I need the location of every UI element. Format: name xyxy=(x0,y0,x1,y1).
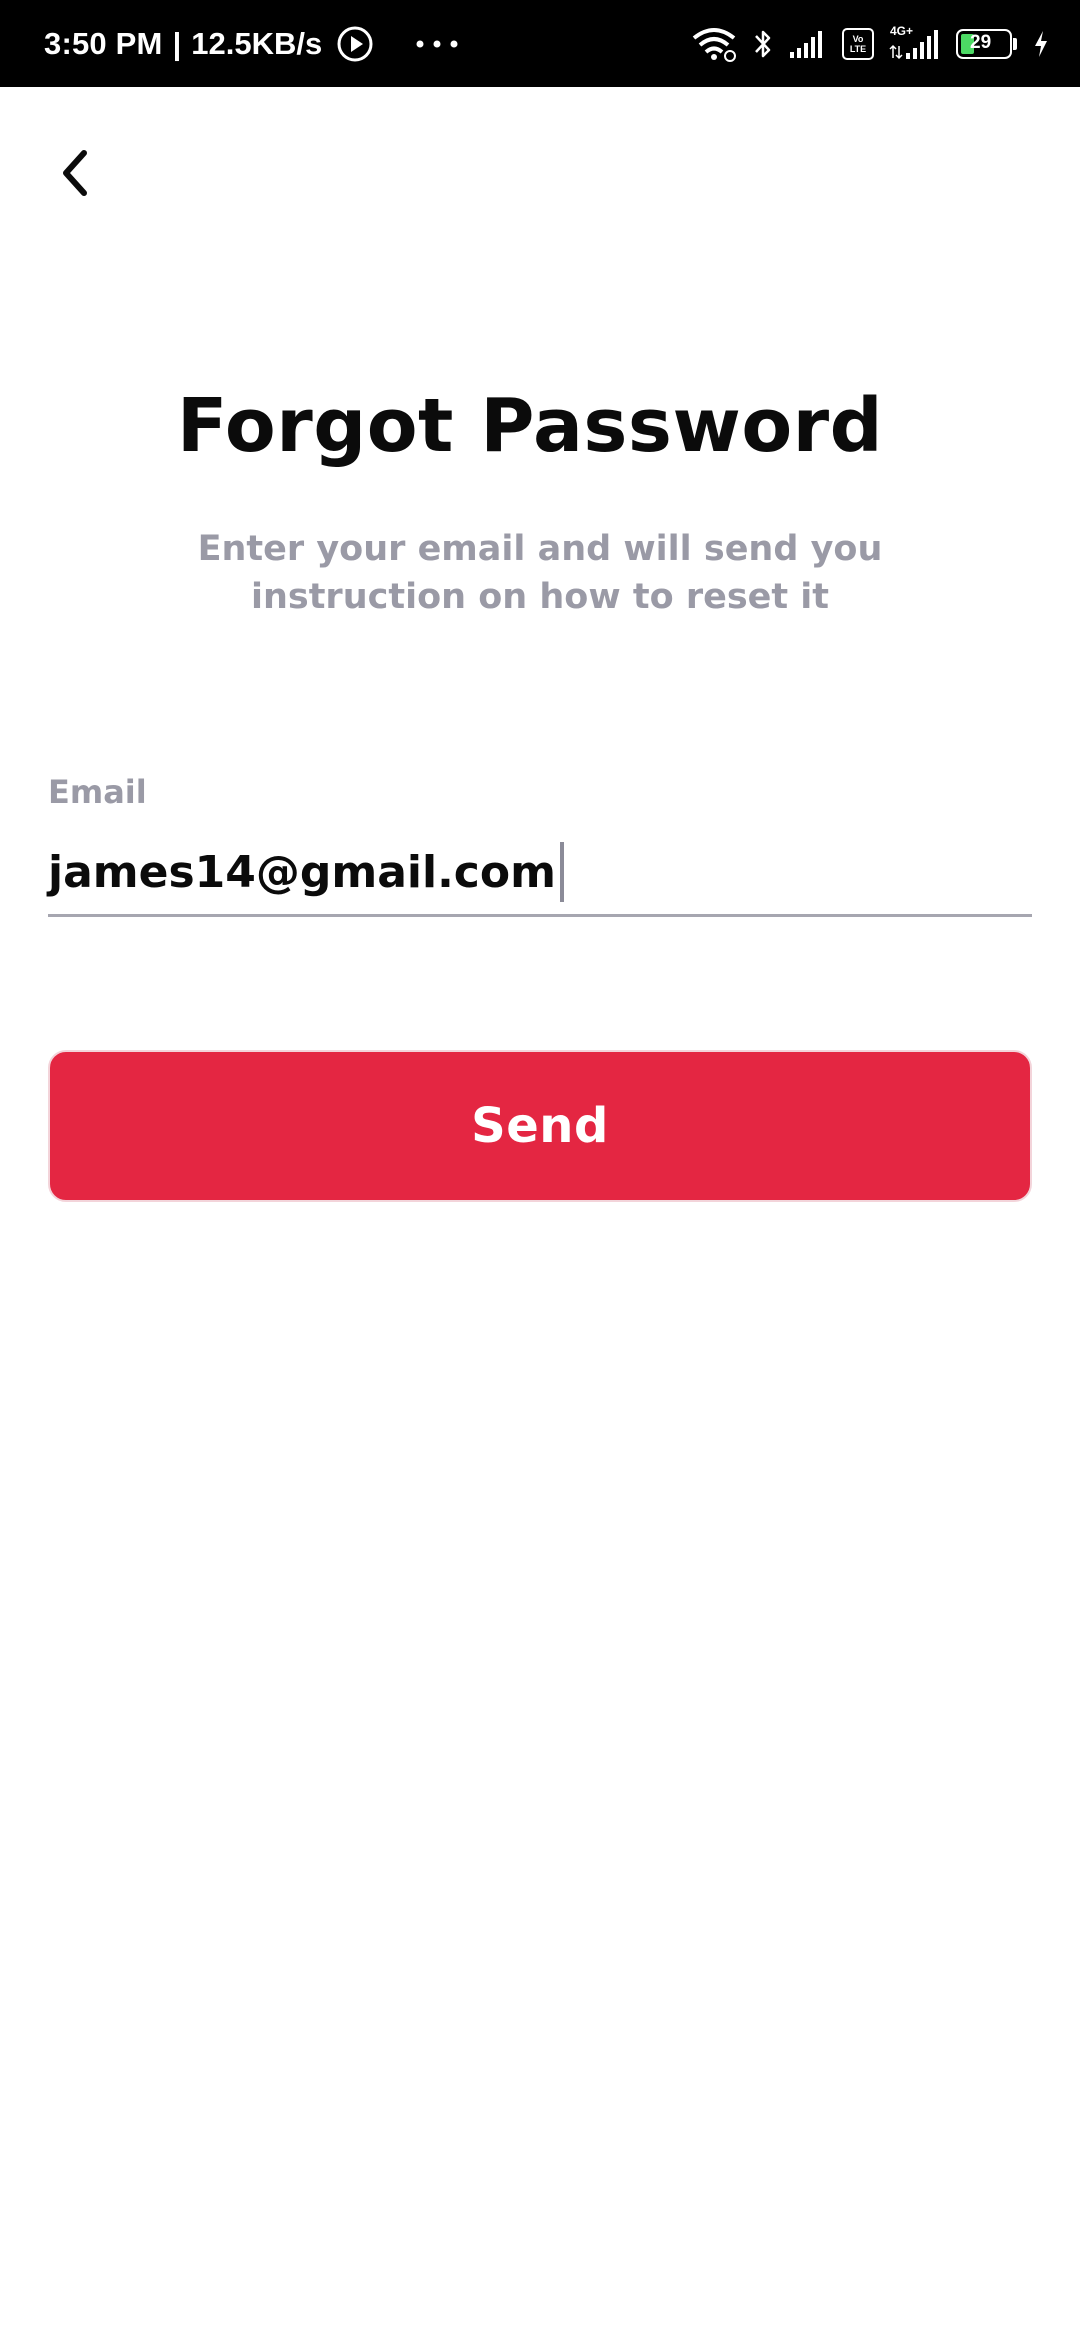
status-left: 3:50 PM | 12.5KB/s xyxy=(44,0,460,87)
email-label: Email xyxy=(48,773,147,811)
send-button[interactable]: Send xyxy=(48,1050,1032,1202)
status-bar: 3:50 PM | 12.5KB/s Vo LTE 4G+ 29 xyxy=(0,0,1080,87)
more-dots-icon xyxy=(416,40,458,47)
bluetooth-icon xyxy=(755,30,771,57)
charging-icon xyxy=(1035,30,1047,57)
page-title: Forgot Password xyxy=(176,383,884,469)
send-button-label: Send xyxy=(471,1098,609,1154)
status-separator: | xyxy=(172,25,182,61)
volte-icon: Vo LTE xyxy=(842,27,874,60)
play-icon xyxy=(337,26,373,61)
page-subtitle: Enter your email and will send you instr… xyxy=(197,529,883,617)
back-button[interactable] xyxy=(44,138,104,208)
email-field[interactable]: james14@gmail.com xyxy=(48,830,1032,917)
email-input-value: james14@gmail.com xyxy=(48,846,556,898)
text-cursor xyxy=(559,842,564,902)
wifi-icon xyxy=(692,27,736,62)
chevron-left-icon xyxy=(63,150,87,196)
signal-icon xyxy=(790,30,822,58)
battery-level: 29 xyxy=(970,31,992,53)
volte-label: Vo LTE xyxy=(849,33,867,54)
status-right: Vo LTE 4G+ 29 xyxy=(690,0,1050,87)
signal-4g-icon: 4G+ xyxy=(888,24,942,62)
status-time: 3:50 PM xyxy=(44,25,163,61)
network-speed: 12.5KB/s xyxy=(191,25,323,61)
battery-icon: 29 xyxy=(956,28,1018,59)
